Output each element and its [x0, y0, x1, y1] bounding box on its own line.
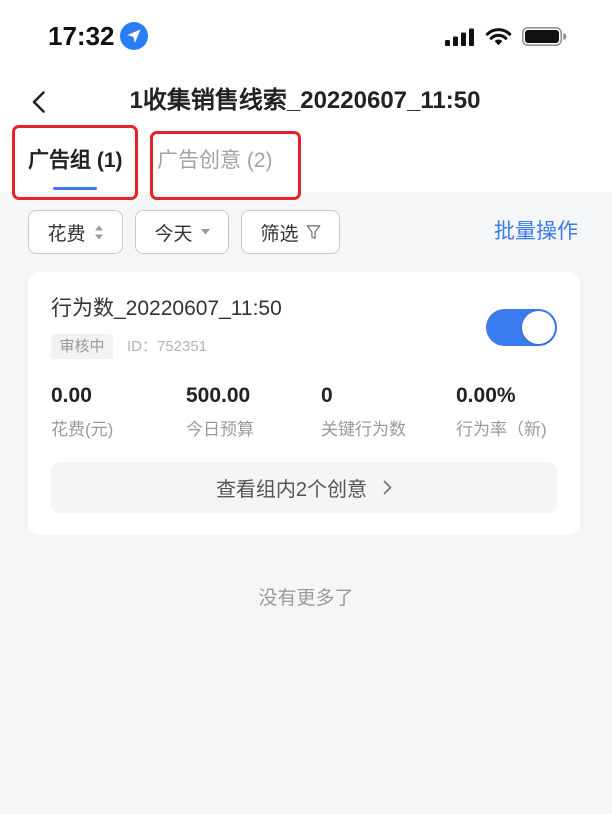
stat-daily-budget: 500.00 今日预算	[186, 382, 316, 446]
filter-button[interactable]: 筛选	[241, 210, 340, 254]
ad-group-name: 行为数_20220607_11:50	[51, 297, 282, 320]
stat-value: 0	[321, 384, 333, 407]
ad-group-id: ID：752351	[127, 338, 208, 355]
stat-action-rate: 0.00% 行为率（新)	[456, 382, 586, 446]
stat-spend: 0.00 花费(元)	[51, 382, 181, 446]
active-tab-indicator	[53, 187, 97, 190]
list-end-text: 没有更多了	[258, 588, 354, 609]
nav-bar: 1收集销售线索_20220607_11:50	[0, 70, 612, 130]
sort-by-spend-label: 花费	[47, 223, 86, 245]
stat-value: 0.00%	[456, 384, 516, 407]
tab-ad-creatives[interactable]: 广告创意 (2)	[157, 146, 273, 176]
date-range-label: 今天	[154, 223, 193, 245]
cellular-signal-icon	[445, 28, 475, 46]
filter-bar: 花费 今天 筛选 批量操作	[0, 204, 612, 260]
tab-bar: 广告组 (1) 广告创意 (2)	[0, 130, 612, 192]
stat-value: 0.00	[51, 384, 92, 407]
status-badge: 审核中	[51, 334, 113, 359]
caret-down-icon	[200, 229, 210, 235]
back-button[interactable]	[30, 90, 48, 114]
location-arrow-icon	[120, 22, 148, 50]
ad-group-toggle[interactable]	[486, 309, 557, 346]
screen: 17:32 1收集销售线索_20220607_11:50 广告组 (1) 广告创…	[0, 0, 612, 814]
sort-by-spend-button[interactable]: 花费	[28, 210, 123, 254]
stat-label: 花费(元)	[51, 420, 114, 439]
date-range-dropdown[interactable]: 今天	[135, 210, 229, 254]
chevron-left-icon	[32, 91, 45, 113]
ad-group-card[interactable]: 行为数_20220607_11:50 审核中 ID：752351 0.00 花费…	[28, 272, 580, 535]
batch-operation-button[interactable]: 批量操作	[494, 217, 578, 247]
tab-ad-groups[interactable]: 广告组 (1)	[28, 146, 123, 176]
stat-value: 500.00	[186, 384, 251, 407]
funnel-icon	[306, 225, 320, 240]
page-title: 1收集销售线索_20220607_11:50	[129, 87, 481, 114]
battery-icon	[522, 27, 567, 46]
stat-label: 行为率（新)	[456, 420, 547, 439]
status-bar: 17:32	[0, 0, 612, 60]
filter-label: 筛选	[260, 223, 299, 245]
sort-up-down-icon	[94, 225, 103, 239]
chevron-right-icon	[383, 480, 392, 495]
stat-label: 今日预算	[186, 420, 254, 439]
view-creatives-label: 查看组内2个创意	[215, 479, 368, 501]
stat-label: 关键行为数	[321, 420, 406, 439]
stat-key-actions: 0 关键行为数	[321, 382, 451, 446]
wifi-icon	[485, 26, 512, 46]
status-time: 17:32	[48, 21, 115, 51]
view-creatives-button[interactable]: 查看组内2个创意	[51, 462, 557, 513]
toggle-knob	[522, 311, 555, 344]
